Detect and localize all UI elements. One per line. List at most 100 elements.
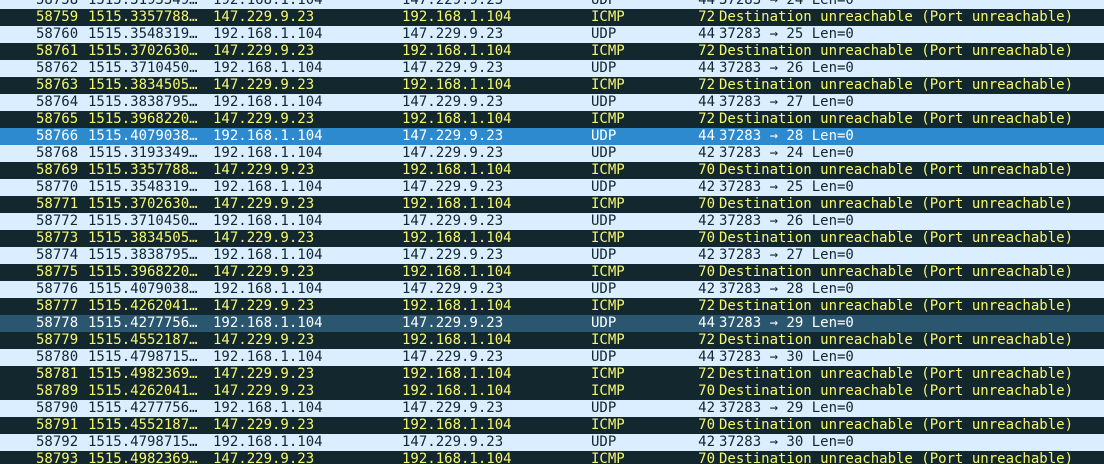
packet-destination: 147.229.9.23 <box>402 213 504 229</box>
packet-row[interactable]: 58770 1515.3548319… 192.168.1.104 147.22… <box>0 179 1104 196</box>
packet-protocol: ICMP <box>591 9 625 25</box>
packet-destination: 192.168.1.104 <box>402 162 512 178</box>
packet-row[interactable]: 58777 1515.4262041… 147.229.9.23 192.168… <box>0 298 1104 315</box>
packet-row[interactable]: 58780 1515.4798715… 192.168.1.104 147.22… <box>0 349 1104 366</box>
packet-destination: 147.229.9.23 <box>402 60 504 76</box>
packet-number: 58763 <box>36 77 79 93</box>
packet-info: 37283 → 27 Len=0 <box>719 247 854 263</box>
packet-row[interactable]: 58759 1515.3357788… 147.229.9.23 192.168… <box>0 9 1104 26</box>
packet-source: 147.229.9.23 <box>213 383 315 399</box>
packet-protocol: UDP <box>591 26 617 42</box>
packet-row[interactable]: 58762 1515.3710450… 192.168.1.104 147.22… <box>0 60 1104 77</box>
packet-length: 72 <box>698 111 715 127</box>
packet-row[interactable]: 58792 1515.4798715… 192.168.1.104 147.22… <box>0 434 1104 451</box>
packet-row[interactable]: 58763 1515.3834505… 147.229.9.23 192.168… <box>0 77 1104 94</box>
packet-number: 58759 <box>36 9 79 25</box>
packet-row[interactable]: 58778 1515.4277756… 192.168.1.104 147.22… <box>0 315 1104 332</box>
packet-row[interactable]: 58789 1515.4262041… 147.229.9.23 192.168… <box>0 383 1104 400</box>
packet-row[interactable]: 58768 1515.3193349… 192.168.1.104 147.22… <box>0 145 1104 162</box>
packet-protocol: ICMP <box>591 230 625 246</box>
packet-info: Destination unreachable (Port unreachabl… <box>719 77 1074 93</box>
packet-protocol: ICMP <box>591 332 625 348</box>
packet-list[interactable]: 58758 1515.3193349… 192.168.1.104 147.22… <box>0 0 1104 464</box>
packet-source: 147.229.9.23 <box>213 111 315 127</box>
packet-length: 42 <box>698 281 715 297</box>
packet-length: 70 <box>698 162 715 178</box>
packet-source: 192.168.1.104 <box>213 400 323 416</box>
packet-row[interactable]: 58774 1515.3838795… 192.168.1.104 147.22… <box>0 247 1104 264</box>
packet-time: 1515.4262041… <box>88 298 198 314</box>
packet-protocol: UDP <box>591 349 617 365</box>
packet-time: 1515.4262041… <box>88 383 198 399</box>
packet-source: 147.229.9.23 <box>213 9 315 25</box>
packet-destination: 192.168.1.104 <box>402 230 512 246</box>
packet-time: 1515.4079038… <box>88 281 198 297</box>
packet-row[interactable]: 58773 1515.3834505… 147.229.9.23 192.168… <box>0 230 1104 247</box>
packet-protocol: UDP <box>591 281 617 297</box>
packet-row[interactable]: 58769 1515.3357788… 147.229.9.23 192.168… <box>0 162 1104 179</box>
packet-source: 147.229.9.23 <box>213 230 315 246</box>
packet-row[interactable]: 58781 1515.4982369… 147.229.9.23 192.168… <box>0 366 1104 383</box>
packet-info: 37283 → 24 Len=0 <box>719 145 854 161</box>
packet-source: 192.168.1.104 <box>213 145 323 161</box>
packet-protocol: UDP <box>591 0 617 8</box>
packet-info: 37283 → 27 Len=0 <box>719 94 854 110</box>
packet-row[interactable]: 58761 1515.3702630… 147.229.9.23 192.168… <box>0 43 1104 60</box>
packet-info: Destination unreachable (Port unreachabl… <box>719 451 1074 464</box>
packet-protocol: ICMP <box>591 383 625 399</box>
packet-source: 147.229.9.23 <box>213 417 315 433</box>
packet-destination: 192.168.1.104 <box>402 298 512 314</box>
packet-row[interactable]: 58760 1515.3548319… 192.168.1.104 147.22… <box>0 26 1104 43</box>
packet-row[interactable]: 58765 1515.3968220… 147.229.9.23 192.168… <box>0 111 1104 128</box>
packet-info: 37283 → 26 Len=0 <box>719 60 854 76</box>
packet-time: 1515.3193349… <box>88 145 198 161</box>
packet-length: 72 <box>698 332 715 348</box>
packet-info: Destination unreachable (Port unreachabl… <box>719 264 1074 280</box>
packet-protocol: ICMP <box>591 298 625 314</box>
packet-row[interactable]: 58776 1515.4079038… 192.168.1.104 147.22… <box>0 281 1104 298</box>
packet-source: 192.168.1.104 <box>213 349 323 365</box>
packet-time: 1515.3834505… <box>88 230 198 246</box>
packet-protocol: UDP <box>591 213 617 229</box>
packet-number: 58773 <box>36 230 79 246</box>
packet-length: 44 <box>698 315 715 331</box>
packet-time: 1515.3702630… <box>88 43 198 59</box>
packet-time: 1515.4982369… <box>88 366 198 382</box>
packet-destination: 192.168.1.104 <box>402 111 512 127</box>
packet-protocol: ICMP <box>591 196 625 212</box>
packet-row[interactable]: 58758 1515.3193349… 192.168.1.104 147.22… <box>0 0 1104 9</box>
packet-protocol: UDP <box>591 128 617 144</box>
packet-time: 1515.3710450… <box>88 60 198 76</box>
packet-row[interactable]: 58772 1515.3710450… 192.168.1.104 147.22… <box>0 213 1104 230</box>
packet-protocol: UDP <box>591 434 617 450</box>
packet-row[interactable]: 58790 1515.4277756… 192.168.1.104 147.22… <box>0 400 1104 417</box>
packet-number: 58791 <box>36 417 79 433</box>
packet-row[interactable]: 58793 1515.4982369… 147.229.9.23 192.168… <box>0 451 1104 464</box>
packet-source: 192.168.1.104 <box>213 213 323 229</box>
packet-source: 147.229.9.23 <box>213 43 315 59</box>
packet-protocol: ICMP <box>591 417 625 433</box>
packet-row[interactable]: 58766 1515.4079038… 192.168.1.104 147.22… <box>0 128 1104 145</box>
packet-length: 44 <box>698 349 715 365</box>
packet-number: 58766 <box>36 128 79 144</box>
packet-info: 37283 → 29 Len=0 <box>719 400 854 416</box>
packet-number: 58775 <box>36 264 79 280</box>
packet-info: Destination unreachable (Port unreachabl… <box>719 9 1074 25</box>
packet-row[interactable]: 58779 1515.4552187… 147.229.9.23 192.168… <box>0 332 1104 349</box>
packet-source: 147.229.9.23 <box>213 196 315 212</box>
packet-number: 58762 <box>36 60 79 76</box>
packet-row[interactable]: 58791 1515.4552187… 147.229.9.23 192.168… <box>0 417 1104 434</box>
packet-time: 1515.3548319… <box>88 26 198 42</box>
packet-length: 42 <box>698 179 715 195</box>
packet-length: 44 <box>698 60 715 76</box>
packet-row[interactable]: 58764 1515.3838795… 192.168.1.104 147.22… <box>0 94 1104 111</box>
packet-source: 192.168.1.104 <box>213 434 323 450</box>
packet-number: 58779 <box>36 332 79 348</box>
packet-time: 1515.3702630… <box>88 196 198 212</box>
packet-time: 1515.3357788… <box>88 162 198 178</box>
packet-row[interactable]: 58775 1515.3968220… 147.229.9.23 192.168… <box>0 264 1104 281</box>
packet-row[interactable]: 58771 1515.3702630… 147.229.9.23 192.168… <box>0 196 1104 213</box>
packet-source: 147.229.9.23 <box>213 298 315 314</box>
packet-source: 192.168.1.104 <box>213 179 323 195</box>
packet-length: 44 <box>698 26 715 42</box>
